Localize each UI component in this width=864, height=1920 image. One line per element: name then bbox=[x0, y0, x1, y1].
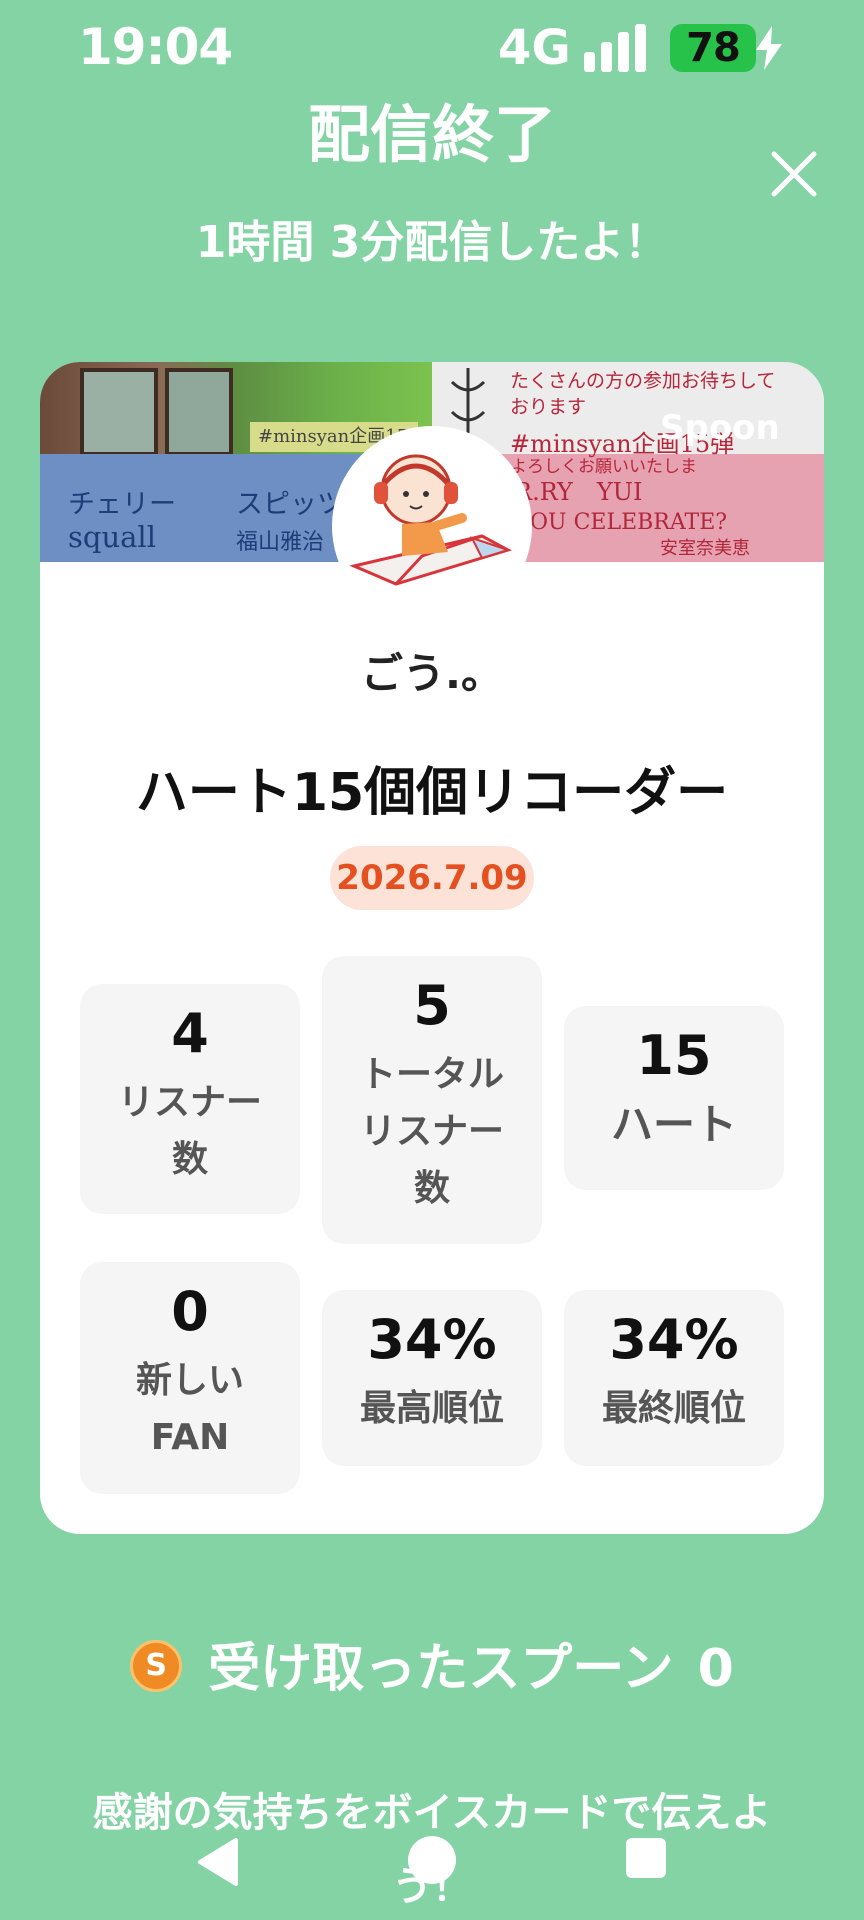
stat-label: 数 bbox=[413, 1168, 450, 1209]
stat-value: 15 bbox=[636, 1024, 712, 1087]
voice-card-prompt[interactable]: 感謝の気持ちをボイスカードで伝えよ bbox=[0, 1780, 864, 1838]
summary-card: #minsyan企画15 チェリー スピッツ squall 福山雅治 たくさんの… bbox=[40, 362, 824, 1534]
stat-value: 34% bbox=[367, 1308, 497, 1371]
avatar[interactable] bbox=[332, 426, 532, 626]
stat-label: FAN bbox=[150, 1417, 230, 1458]
banner-artist: 福山雅治 bbox=[236, 530, 325, 555]
received-spoons: S 受け取ったスプーン 0 bbox=[0, 1626, 864, 1701]
stat-value: 34% bbox=[609, 1308, 739, 1371]
stat-final-rank: 34% 最終順位 bbox=[564, 1290, 784, 1466]
stat-label: 最高順位 bbox=[359, 1388, 504, 1429]
stat-hearts: 15 ハート bbox=[564, 1006, 784, 1190]
stat-listeners: 4 リスナー 数 bbox=[80, 984, 300, 1214]
back-icon[interactable] bbox=[196, 1838, 240, 1886]
stat-label: 新しい bbox=[135, 1360, 244, 1401]
banner-song: チェリー bbox=[68, 489, 176, 520]
broadcast-duration: 1時間 3分配信したよ！ bbox=[195, 217, 669, 268]
stat-label: トータル bbox=[359, 1054, 504, 1095]
battery-indicator: 78 bbox=[670, 24, 756, 72]
charging-icon bbox=[756, 26, 782, 70]
page-title: 配信終了 bbox=[307, 98, 556, 171]
stat-label: 最終順位 bbox=[601, 1388, 746, 1429]
banner-song: R.RY YUI bbox=[514, 478, 643, 506]
stat-value: 5 bbox=[413, 974, 451, 1037]
banner-song: OU CELEBRATE? bbox=[530, 510, 728, 535]
stat-new-fans: 0 新しい FAN bbox=[80, 1262, 300, 1494]
network-type: 4G bbox=[498, 20, 571, 76]
signal-icon bbox=[584, 24, 648, 72]
banner-artist: スピッツ bbox=[236, 489, 344, 520]
home-icon[interactable] bbox=[408, 1836, 456, 1884]
banner-song: squall bbox=[68, 520, 156, 554]
stat-value: 0 bbox=[171, 1280, 209, 1343]
username: ごう.。 bbox=[361, 649, 503, 698]
stat-highest-rank: 34% 最高順位 bbox=[322, 1290, 542, 1466]
stat-label: ハート bbox=[610, 1100, 737, 1149]
live-title: ハート15個個リコーダー bbox=[135, 763, 729, 823]
close-icon[interactable] bbox=[766, 146, 822, 202]
stat-total-listeners: 5 トータル リスナー 数 bbox=[322, 956, 542, 1244]
stat-label: リスナー bbox=[117, 1082, 262, 1123]
avatar-illustration bbox=[334, 428, 530, 624]
stat-value: 4 bbox=[171, 1002, 209, 1065]
banner-artist: 安室奈美恵 bbox=[660, 538, 750, 559]
spoon-coin-icon: S bbox=[130, 1640, 183, 1692]
received-spoons-label: 受け取ったスプーン bbox=[208, 1639, 674, 1699]
status-time: 19:04 bbox=[78, 18, 233, 76]
recent-apps-icon[interactable] bbox=[626, 1838, 666, 1878]
received-spoons-count: 0 bbox=[697, 1639, 734, 1699]
spoon-logo: Spoon bbox=[660, 408, 780, 448]
stat-label: 数 bbox=[171, 1139, 208, 1180]
date-badge: 2026.7.09 bbox=[330, 846, 534, 910]
stat-label: リスナー bbox=[359, 1111, 504, 1152]
